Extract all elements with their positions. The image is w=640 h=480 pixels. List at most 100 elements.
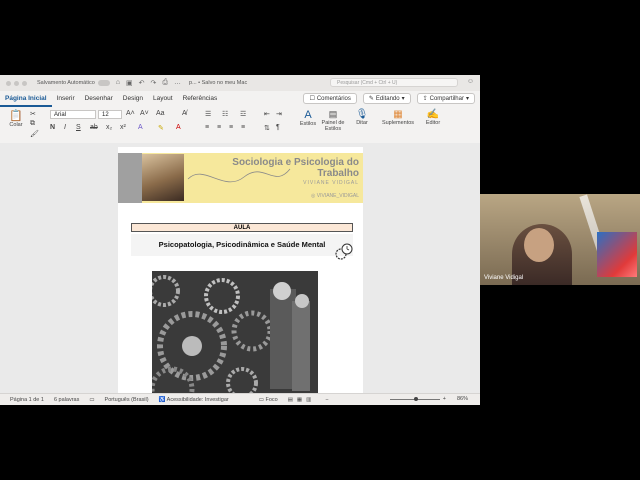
participant-name: Viviane Vidigal [484,275,524,281]
styles-icon: A [304,109,312,121]
focus-label: Foco [265,397,278,403]
change-case-icon[interactable]: Aa [156,110,165,117]
search-input[interactable]: Pesquisar (Cmd + Ctrl + U) [330,78,458,87]
styles-pane-label: Painel de Estilos [321,120,345,132]
comments-label: Comentários [316,95,351,102]
focus-button[interactable]: ▭ Foco [259,397,278,403]
redo-icon[interactable]: ↷ [151,79,157,87]
justify-icon[interactable]: ≡ [241,124,245,131]
numbering-icon[interactable]: ☷ [222,110,228,118]
bold-icon[interactable]: N [50,124,55,131]
zoom-level[interactable]: 86% [457,396,468,402]
align-center-icon[interactable]: ≡ [217,124,221,131]
maximize-window-button[interactable] [22,80,27,86]
page-count[interactable]: Página 1 de 1 [10,397,44,403]
font-color-icon[interactable]: A [176,124,181,131]
italic-icon[interactable]: I [64,124,66,131]
editor-icon: ✍ [426,109,440,120]
banner-title: Sociologia e Psicologia do Trabalho [232,157,359,179]
underline-icon[interactable]: S [76,124,81,131]
banner-handle-text: VIVIANE_VIDIGAL [316,193,359,199]
decrease-indent-icon[interactable]: ⇤ [264,110,270,118]
shrink-font-icon[interactable]: A˅ [140,110,149,117]
paste-button[interactable]: 📋 Colar [6,109,26,128]
document-name[interactable]: p... • Salvo no meu Mac [189,80,247,86]
format-painter-icon[interactable]: 🖌 [30,130,39,138]
highlight-icon[interactable]: ✎ [158,124,164,132]
proofing-icon[interactable]: ▭ [89,397,94,403]
banner-handle: ◎ VIVIANE_VIDIGAL [311,193,359,199]
tab-home[interactable]: Página Inicial [0,91,52,107]
zoom-slider[interactable] [390,397,440,401]
comment-icon: ☐ [309,96,315,102]
save-icon[interactable]: ▣ [126,79,133,87]
styles-pane-button[interactable]: ▤ Painel de Estilos [320,109,346,132]
tab-references[interactable]: Referências [178,91,223,107]
cut-icon[interactable]: ✂ [30,110,36,118]
clear-format-icon[interactable]: A̸ [182,110,187,117]
print-layout-icon[interactable]: ▤ [288,397,293,403]
editing-button[interactable]: ✎ Editando ▾ [362,93,411,104]
banner-subtitle: VIVIANE VIDIGAL [303,180,359,186]
font-name-select[interactable]: Arial [50,110,96,119]
focus-icon: ▭ [258,397,264,403]
copy-icon[interactable]: ⧉ [30,120,35,128]
addins-label: Suplementos [381,120,415,126]
word-count[interactable]: 6 palavras [54,397,79,403]
zoom-out-icon[interactable]: − [325,397,328,403]
participant-video-tile[interactable]: Viviane Vidigal [480,194,640,285]
window-controls[interactable] [6,80,27,86]
share-button[interactable]: ⇪ Compartilhar ▾ [416,93,475,104]
status-bar: Página 1 de 1 6 palavras ▭ Português (Br… [0,393,480,405]
web-layout-icon[interactable]: ▦ [297,397,302,403]
dictate-button[interactable]: 🎙 Ditar [352,109,372,126]
accessibility-status[interactable]: ♿ Acessibilidade: Investigar [159,397,229,403]
undo-icon[interactable]: ↶ [139,79,145,87]
font-size-select[interactable]: 12 [98,110,122,119]
increase-indent-icon[interactable]: ⇥ [276,110,282,118]
align-right-icon[interactable]: ≡ [229,124,233,131]
more-icon[interactable]: … [174,79,181,87]
strikethrough-icon[interactable]: ab [90,124,98,131]
zoom-slider-knob[interactable] [414,397,418,401]
header-banner: Sociologia e Psicologia do Trabalho VIVI… [118,153,363,203]
subscript-icon[interactable]: x₂ [106,124,112,131]
zoom-in-icon[interactable]: + [443,396,446,402]
tab-insert[interactable]: Inserir [52,91,80,107]
instagram-icon: ◎ [310,193,316,199]
pilcrow-icon[interactable]: ¶ [276,124,280,131]
print-icon[interactable]: ⎙ [162,79,168,87]
grow-font-icon[interactable]: A˄ [126,110,135,117]
text-effects-icon[interactable]: A [138,124,143,131]
multilevel-list-icon[interactable]: ☲ [240,110,246,118]
minimize-window-button[interactable] [14,80,19,86]
quick-access-toolbar: ⌂ ▣ ↶ ↷ ⎙ … [116,79,181,87]
tab-draw[interactable]: Desenhar [80,91,118,107]
autosave-label: Salvamento Automático [37,80,95,86]
close-window-button[interactable] [6,80,11,86]
read-mode-icon[interactable]: ▥ [306,397,311,403]
modern-times-photo [148,271,318,393]
aula-heading: AULA [131,223,353,232]
tab-layout[interactable]: Layout [148,91,178,107]
chevron-down-icon: ▾ [401,96,405,102]
tab-design[interactable]: Design [118,91,148,107]
styles-button[interactable]: A Estilos [296,109,320,127]
sort-icon[interactable]: ⇅ [264,124,270,132]
comments-button[interactable]: ☐ Comentários [303,93,357,104]
accessibility-icon: ♿ [158,397,166,403]
account-icon[interactable]: ☺ [467,78,474,85]
editor-button[interactable]: ✍ Editor [422,109,444,126]
language-status[interactable]: Português (Brasil) [105,397,149,403]
addins-button[interactable]: ▦ Suplementos [380,109,416,126]
align-left-icon[interactable]: ≡ [205,124,209,131]
title-bar: Salvamento Automático ⌂ ▣ ↶ ↷ ⎙ … p... •… [0,75,480,91]
banner-gray-block [118,153,142,203]
superscript-icon[interactable]: x² [120,124,126,131]
autosave-toggle[interactable] [97,80,110,86]
document-page[interactable]: Sociologia e Psicologia do Trabalho VIVI… [118,147,363,393]
home-icon[interactable]: ⌂ [116,79,120,87]
addins-icon: ▦ [393,109,403,120]
document-canvas[interactable]: Sociologia e Psicologia do Trabalho VIVI… [0,143,480,393]
bullets-icon[interactable]: ☰ [205,110,211,118]
